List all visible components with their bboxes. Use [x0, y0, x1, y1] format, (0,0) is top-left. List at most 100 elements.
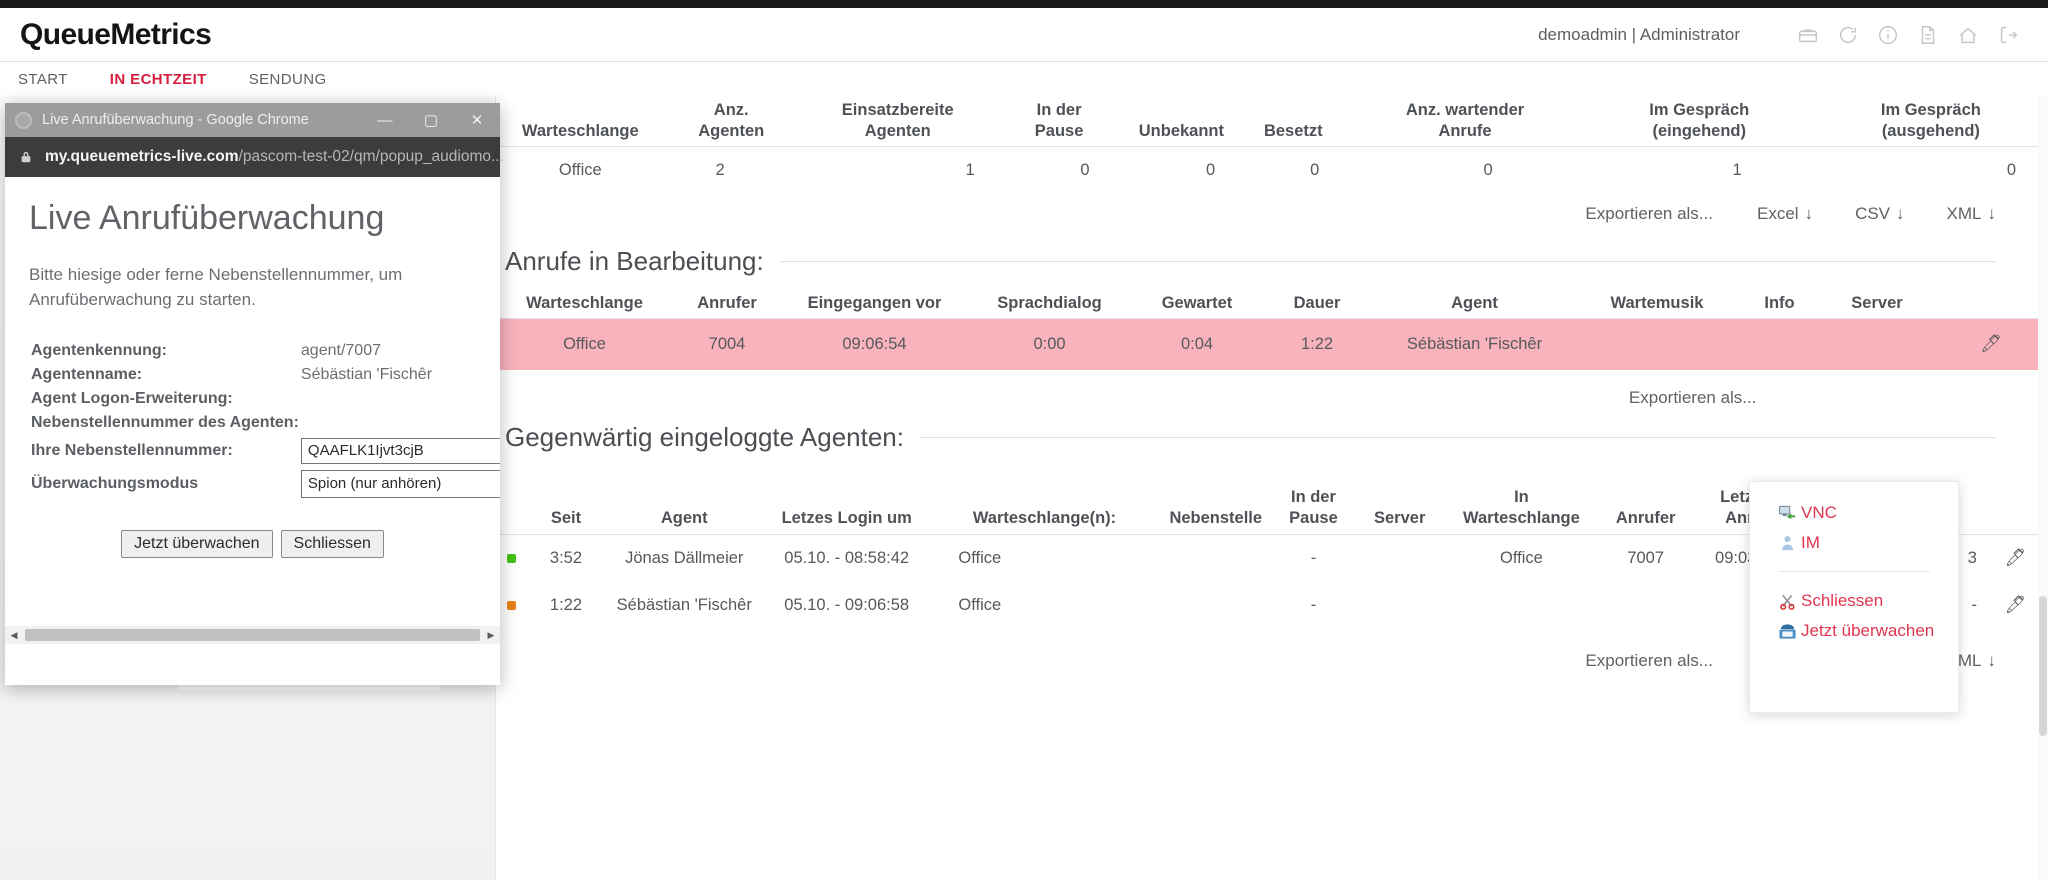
cell-anz-agenten: 2: [664, 147, 799, 195]
label-nebenstellennummer-agent: Nebenstellennummer des Agenten:: [31, 412, 299, 434]
favicon-icon: [15, 112, 32, 129]
context-menu-item-im-label: IM: [1801, 533, 1820, 553]
extension-input[interactable]: QAAFLK1Ijvt3cjB: [301, 438, 500, 464]
context-menu-item-jetzt-ueberwachen[interactable]: Jetzt überwachen: [1750, 616, 1958, 646]
info-icon[interactable]: [1868, 18, 1908, 52]
telephone-icon: [1778, 622, 1797, 641]
popup-button-row: Jetzt überwachen Schliessen: [29, 530, 476, 558]
monitoring-mode-select[interactable]: Spion (nur anhören): [301, 470, 500, 498]
cell-agent-login: 05.10. - 08:58:42: [763, 534, 930, 582]
label-agentenname: Agentenname:: [31, 364, 299, 386]
context-menu-item-jetzt-ueberwachen-label: Jetzt überwachen: [1801, 621, 1934, 641]
cell-gespraech-ausgehend: 0: [1814, 147, 2048, 195]
col-call-wartemusik: Wartemusik: [1577, 289, 1737, 319]
context-menu-item-schliessen[interactable]: Schliessen: [1750, 586, 1958, 616]
popup-body: Live Anrufüberwachung Bitte hiesige oder…: [5, 177, 500, 644]
value-agentenname: Sébästian 'Fischêr: [301, 364, 500, 386]
col-call-server: Server: [1822, 289, 1932, 319]
header-right-area: demoadmin | Administrator: [1538, 18, 2028, 52]
im-icon: [1778, 534, 1797, 553]
nav-item-start[interactable]: START: [18, 71, 68, 88]
popup-url-path: /pascom-test-02/qm/popup_audiomo...: [239, 148, 504, 165]
context-menu-separator: [1778, 571, 1930, 572]
top-accent-bar: [0, 0, 2048, 8]
scroll-right-icon[interactable]: ▶: [482, 626, 500, 644]
label-ueberwachungsmodus: Überwachungsmodus: [31, 468, 299, 500]
agent-status-dot: [497, 582, 526, 629]
cell-call-eingegangen: 09:06:54: [782, 319, 967, 371]
refresh-icon[interactable]: [1828, 18, 1868, 52]
export-label: Exportieren als...: [1585, 651, 1713, 671]
cell-agent-login: 05.10. - 09:06:58: [763, 582, 930, 629]
cell-einsatzbereite: 1: [799, 147, 997, 195]
col-besetzt: Besetzt: [1241, 96, 1345, 147]
cell-call-anrufer: 7004: [672, 319, 782, 371]
export-xml-link[interactable]: XML↓: [1947, 204, 1996, 224]
popup-address-bar[interactable]: my.queuemetrics-live.com/pascom-test-02/…: [5, 137, 500, 177]
home-icon[interactable]: [1948, 18, 1988, 52]
schliessen-button[interactable]: Schliessen: [281, 530, 384, 558]
page-scrollbar[interactable]: [2038, 96, 2048, 880]
form-row-nebenstellennummer-agent: Nebenstellennummer des Agenten:: [31, 412, 500, 434]
nav-item-in-echtzeit[interactable]: IN ECHTZEIT: [110, 71, 207, 88]
label-ihre-nebenstellennummer: Ihre Nebenstellennummer:: [31, 436, 299, 466]
main-nav: START IN ECHTZEIT SENDUNG: [0, 62, 2048, 96]
close-icon[interactable]: ✕: [454, 103, 500, 137]
value-logon-erweiterung: [301, 388, 500, 410]
calls-section-heading: Anrufe in Bearbeitung:: [505, 246, 1996, 277]
col-im-gespraech-ausgehend: Im Gespräch(ausgehend): [1814, 96, 2048, 147]
popup-window-title: Live Anrufüberwachung - Google Chrome: [42, 112, 309, 128]
label-logon-erweiterung: Agent Logon-Erweiterung:: [31, 388, 299, 410]
form-row-agentenkennung: Agentenkennung: agent/7007: [31, 340, 500, 362]
lock-icon: [19, 150, 33, 164]
minimize-icon[interactable]: —: [362, 103, 408, 137]
context-menu-item-vnc[interactable]: VNC: [1750, 498, 1958, 528]
table-row[interactable]: Office 7004 09:06:54 0:00 0:04 1:22 Sébä…: [497, 319, 2048, 371]
cell-agent-anrufer: [1598, 582, 1694, 629]
cell-call-wartemusik: [1577, 319, 1737, 371]
export-csv-link[interactable]: CSV↓: [1855, 204, 1904, 224]
logout-icon[interactable]: [1988, 18, 2028, 52]
col-in-der-pause: In derPause: [997, 96, 1122, 147]
document-icon[interactable]: [1908, 18, 1948, 52]
export-row-calls: Exportieren als... Excel CSV XML: [497, 388, 2048, 408]
scroll-left-icon[interactable]: ◀: [5, 626, 23, 644]
app-header: QueueMetrics demoadmin | Administrator: [0, 8, 2048, 62]
cell-agent-seit: 3:52: [526, 534, 605, 582]
export-excel-link[interactable]: Excel↓: [1757, 204, 1813, 224]
popup-form: Agentenkennung: agent/7007 Agentenname: …: [29, 338, 500, 502]
col-im-gespraech-eingehend: Im Gespräch(eingehend): [1585, 96, 1814, 147]
page-scrollbar-thumb[interactable]: [2039, 596, 2047, 736]
jetzt-ueberwachen-button[interactable]: Jetzt überwachen: [121, 530, 272, 558]
table-row: Office 2 1 0 0 0 0 1 0: [497, 147, 2048, 195]
popup-scrollbar-thumb[interactable]: [25, 629, 480, 641]
context-menu-item-im[interactable]: IM: [1750, 528, 1958, 558]
export-row-queues: Exportieren als... Excel↓ CSV↓ XML↓: [497, 204, 2048, 224]
cell-besetzt: 0: [1241, 147, 1345, 195]
label-agentenkennung: Agentenkennung:: [31, 340, 299, 362]
popup-title-bar[interactable]: Live Anrufüberwachung - Google Chrome — …: [5, 103, 500, 137]
cell-agent-name: Jönas Dällmeier: [606, 534, 763, 582]
briefcase-icon[interactable]: [1788, 18, 1828, 52]
cell-anz-wartender: 0: [1345, 147, 1584, 195]
cell-agent-nebenstelle: [1159, 534, 1273, 582]
form-row-agentenname: Agentenname: Sébästian 'Fischêr: [31, 364, 500, 386]
user-label: demoadmin | Administrator: [1538, 25, 1740, 45]
context-menu-item-vnc-label: VNC: [1801, 503, 1837, 523]
cell-call-dauer: 1:22: [1262, 319, 1372, 371]
maximize-icon[interactable]: ▢: [408, 103, 454, 137]
popup-horizontal-scrollbar[interactable]: ◀ ▶: [5, 626, 500, 644]
app-logo: QueueMetrics: [20, 18, 211, 52]
col-anz-agenten: Anz.Agenten: [664, 96, 799, 147]
form-row-ueberwachungsmodus: Überwachungsmodus Spion (nur anhören): [31, 468, 500, 500]
popup-url: my.queuemetrics-live.com/pascom-test-02/…: [45, 148, 504, 166]
nav-item-sendung[interactable]: SENDUNG: [249, 71, 327, 88]
context-menu-item-schliessen-label: Schliessen: [1801, 591, 1883, 611]
form-row-logon-erweiterung: Agent Logon-Erweiterung:: [31, 388, 500, 410]
call-row-pencil-icon[interactable]: 🖊: [1932, 319, 2048, 371]
col-agent-nebenstelle: Nebenstelle: [1159, 483, 1273, 534]
cell-agent-nebenstelle: [1159, 582, 1273, 629]
col-call-warteschlange: Warteschlange: [497, 289, 672, 319]
cell-agent-pause: -: [1273, 534, 1354, 582]
cell-agent-name: Sébästian 'Fischêr: [606, 582, 763, 629]
